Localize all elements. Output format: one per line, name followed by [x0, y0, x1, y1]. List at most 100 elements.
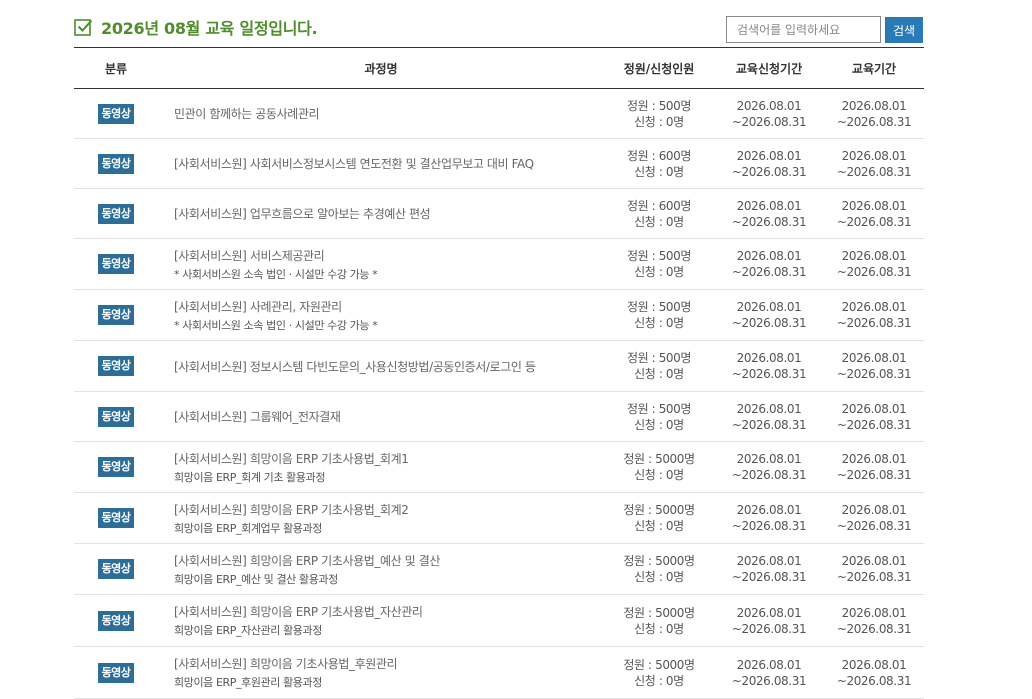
course-cell[interactable]: [사회서비스원] 희망이음 기초사용법_후원관리 희망이음 ERP_후원관리 활용…: [158, 647, 604, 699]
capacity-cell: 정원 : 500명 신청 : 0명: [604, 341, 714, 392]
category-cell: 동영상: [74, 89, 158, 139]
header-course: 과정명: [364, 61, 398, 76]
search-button[interactable]: 검색: [885, 17, 923, 43]
apply-end: ~2026.08.31: [731, 621, 807, 636]
video-badge: 동영상: [97, 457, 135, 477]
apply-start: 2026.08.01: [736, 401, 802, 416]
page-title: 2026년 08월 교육 일정입니다.: [74, 15, 318, 39]
course-title-link[interactable]: [사회서비스원] 희망이음 ERP 기초사용법_자산관리: [174, 603, 604, 620]
capacity-cell: 정원 : 5000명 신청 : 0명: [604, 442, 714, 493]
course-title-link[interactable]: [사회서비스원] 희망이음 ERP 기초사용법_회계2: [174, 501, 604, 518]
course-cell[interactable]: [사회서비스원] 서비스제공관리 * 사회서비스원 소속 법인 · 시설만 수강 …: [158, 239, 604, 290]
edu-end: ~2026.08.31: [836, 367, 912, 381]
video-badge: 동영상: [97, 103, 135, 124]
apply-start: 2026.08.01: [736, 503, 802, 517]
table-row[interactable]: 동영상 [사회서비스원] 사례관리, 자원관리 * 사회서비스원 소속 법인 · 시…: [74, 290, 924, 341]
edu-start: 2026.08.01: [841, 98, 907, 113]
edu-period-cell: 2026.08.01 ~2026.08.31: [824, 290, 924, 341]
table-row[interactable]: 동영상 [사회서비스원] 정보시스템 다빈도문의_사용신청방법/공동인증서/로그인…: [74, 341, 924, 392]
video-badge: 동영상: [97, 203, 135, 224]
course-cell[interactable]: [사회서비스원] 희망이음 ERP 기초사용법_회계1 희망이음 ERP_회계 기…: [158, 442, 604, 493]
apply-start: 2026.08.01: [736, 148, 802, 163]
course-title-link[interactable]: 민관이 함께하는 공동사례관리: [174, 105, 604, 122]
course-cell[interactable]: [사회서비스원] 희망이음 ERP 기초사용법_회계2 희망이음 ERP_회계업무…: [158, 493, 604, 544]
table-row[interactable]: 동영상 [사회서비스원] 서비스제공관리 * 사회서비스원 소속 법인 · 시설만 …: [74, 239, 924, 290]
applied-text: 신청 : 0명: [634, 265, 684, 279]
edu-period-cell: 2026.08.01 ~2026.08.31: [824, 89, 924, 139]
applied-text: 신청 : 0명: [634, 214, 684, 229]
course-title-link[interactable]: [사회서비스원] 사회서비스정보시스템 연도전환 및 결산업무보고 대비 FAQ: [174, 155, 604, 172]
capacity-cell: 정원 : 500명신청 : 0명: [604, 290, 714, 341]
apply-period-cell: 2026.08.01 ~2026.08.31: [714, 239, 824, 290]
header-category: 분류: [104, 61, 128, 76]
apply-end: ~2026.08.31: [731, 214, 807, 229]
table-row[interactable]: 동영상 [사회서비스원] 희망이음 ERP 기초사용법_회계1 희망이음 ERP_회…: [74, 442, 924, 493]
capacity-cell: 정원 : 5000명 신청 : 0명: [604, 595, 714, 647]
capacity-text: 정원 : 500명: [626, 351, 692, 365]
edu-start: 2026.08.01: [841, 503, 907, 517]
check-square-icon: [74, 18, 93, 36]
table-row[interactable]: 동영상 [사회서비스원] 희망이음 기초사용법_후원관리 희망이음 ERP_후원관리…: [74, 647, 924, 699]
apply-start: 2026.08.01: [736, 554, 802, 568]
capacity-cell: 정원 : 5000명 신청 : 0명: [604, 544, 714, 595]
capacity-text: 정원 : 500명: [626, 98, 692, 113]
title-row: 2026년 08월 교육 일정입니다. 검색: [74, 0, 924, 47]
edu-period-cell: 2026.08.01 ~2026.08.31: [824, 139, 924, 189]
apply-period-cell: 2026.08.01 ~2026.08.31: [714, 290, 824, 341]
course-note: 희망이음 ERP_예산 및 결산 활용과정: [174, 572, 338, 586]
capacity-text: 정원 : 500명: [626, 249, 692, 263]
video-badge: 동영상: [97, 610, 135, 631]
apply-period-cell: 2026.08.01 ~2026.08.31: [714, 647, 824, 699]
course-cell[interactable]: [사회서비스원] 업무흐름으로 알아보는 추경예산 편성: [158, 189, 604, 239]
capacity-cell: 정원 : 500명 신청 : 0명: [604, 392, 714, 442]
table-row[interactable]: 동영상 [사회서비스원] 사회서비스정보시스템 연도전환 및 결산업무보고 대비 …: [74, 139, 924, 189]
apply-end: ~2026.08.31: [731, 367, 807, 381]
course-cell[interactable]: [사회서비스원] 희망이음 ERP 기초사용법_자산관리 희망이음 ERP_자산관…: [158, 595, 604, 647]
table-row[interactable]: 동영상 [사회서비스원] 희망이음 ERP 기초사용법_자산관리 희망이음 ERP_…: [74, 595, 924, 647]
course-title-link[interactable]: [사회서비스원] 서비스제공관리: [174, 247, 604, 264]
course-title-link[interactable]: [사회서비스원] 그룹웨어_전자결재: [174, 408, 604, 425]
course-cell[interactable]: [사회서비스원] 사회서비스정보시스템 연도전환 및 결산업무보고 대비 FAQ: [158, 139, 604, 189]
apply-period-cell: 2026.08.01 ~2026.08.31: [714, 442, 824, 493]
category-cell: 동영상: [74, 647, 158, 699]
table-row[interactable]: 동영상 [사회서비스원] 그룹웨어_전자결재 정원 : 500명 신청 : 0명 202…: [74, 392, 924, 442]
edu-start: 2026.08.01: [841, 198, 907, 213]
apply-end: ~2026.08.31: [731, 570, 807, 584]
course-cell[interactable]: [사회서비스원] 사례관리, 자원관리 * 사회서비스원 소속 법인 · 시설만 …: [158, 290, 604, 341]
apply-start: 2026.08.01: [736, 300, 802, 314]
applied-text: 신청 : 0명: [634, 114, 684, 129]
course-cell[interactable]: [사회서비스원] 정보시스템 다빈도문의_사용신청방법/공동인증서/로그인 등: [158, 341, 604, 392]
course-title-link[interactable]: [사회서비스원] 정보시스템 다빈도문의_사용신청방법/공동인증서/로그인 등: [174, 358, 604, 375]
applied-text: 신청 : 0명: [634, 164, 684, 179]
table-row[interactable]: 동영상 [사회서비스원] 희망이음 ERP 기초사용법_예산 및 결산 희망이음 E…: [74, 544, 924, 595]
search-input[interactable]: [726, 16, 881, 43]
video-badge: 동영상: [97, 356, 135, 376]
capacity-text: 정원 : 500명: [626, 401, 692, 416]
edu-start: 2026.08.01: [841, 351, 907, 365]
apply-end: ~2026.08.31: [731, 164, 807, 179]
capacity-text: 정원 : 600명: [626, 198, 692, 213]
course-cell[interactable]: [사회서비스원] 그룹웨어_전자결재: [158, 392, 604, 442]
capacity-cell: 정원 : 600명 신청 : 0명: [604, 189, 714, 239]
course-title-link[interactable]: [사회서비스원] 사례관리, 자원관리: [174, 298, 604, 315]
edu-end: ~2026.08.31: [836, 468, 912, 482]
applied-text: 신청 : 0명: [634, 316, 684, 330]
course-title-link[interactable]: [사회서비스원] 희망이음 ERP 기초사용법_예산 및 결산: [174, 552, 604, 569]
apply-start: 2026.08.01: [736, 98, 802, 113]
course-note: * 사회서비스원 소속 법인 · 시설만 수강 가능 *: [174, 267, 378, 281]
video-badge: 동영상: [97, 406, 135, 427]
edu-end: ~2026.08.31: [836, 417, 912, 432]
table-row[interactable]: 동영상 [사회서비스원] 희망이음 ERP 기초사용법_회계2 희망이음 ERP_회…: [74, 493, 924, 544]
table-row[interactable]: 동영상 민관이 함께하는 공동사례관리 정원 : 500명 신청 : 0명 2026.0…: [74, 89, 924, 139]
course-cell[interactable]: [사회서비스원] 희망이음 ERP 기초사용법_예산 및 결산희망이음 ERP_…: [158, 544, 604, 595]
category-cell: 동영상: [74, 239, 158, 290]
capacity-text: 정원 : 500명: [626, 300, 692, 314]
edu-end: ~2026.08.31: [836, 164, 912, 179]
course-title-link[interactable]: [사회서비스원] 희망이음 기초사용법_후원관리: [174, 655, 604, 672]
course-title-link[interactable]: [사회서비스원] 희망이음 ERP 기초사용법_회계1: [174, 450, 604, 467]
capacity-cell: 정원 : 600명 신청 : 0명: [604, 139, 714, 189]
course-title-link[interactable]: [사회서비스원] 업무흐름으로 알아보는 추경예산 편성: [174, 205, 604, 222]
course-cell[interactable]: 민관이 함께하는 공동사례관리: [158, 89, 604, 139]
edu-end: ~2026.08.31: [836, 621, 912, 636]
table-row[interactable]: 동영상 [사회서비스원] 업무흐름으로 알아보는 추경예산 편성 정원 : 600명…: [74, 189, 924, 239]
